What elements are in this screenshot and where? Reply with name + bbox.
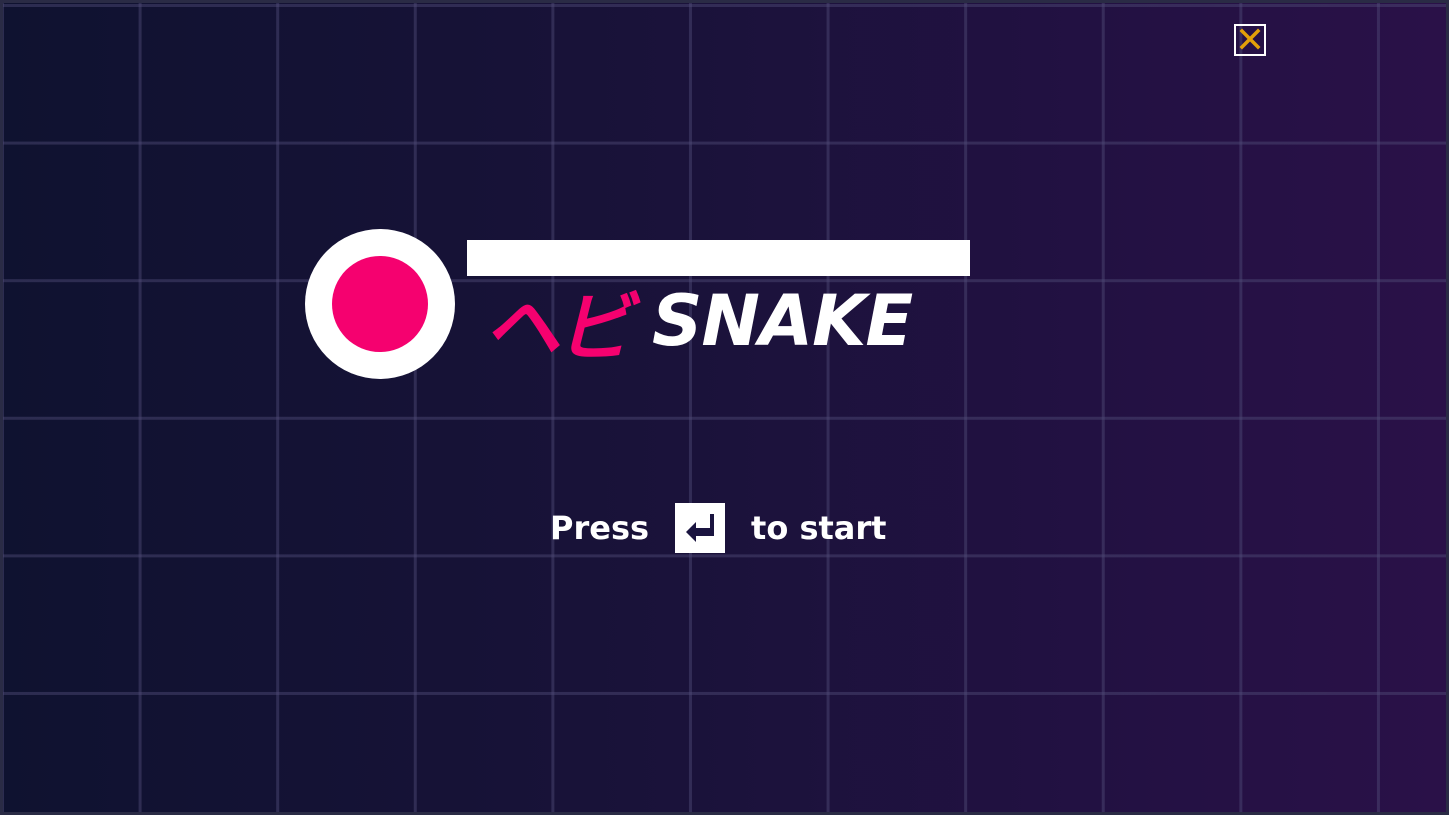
prompt-press-text: Press: [550, 509, 650, 547]
game-title: ヘビ SNAKE: [484, 276, 913, 372]
prompt-start-text: to start: [751, 509, 887, 547]
background-grid: [0, 0, 1449, 815]
start-prompt: Press to start: [550, 500, 886, 556]
title-english: SNAKE: [652, 280, 913, 362]
title-japanese: ヘビ: [484, 283, 632, 372]
enter-key-icon: [675, 503, 726, 553]
close-button[interactable]: [1234, 24, 1266, 56]
logo-dot: [332, 256, 428, 352]
snake-logo-icon: [305, 229, 455, 379]
close-icon: [1239, 28, 1261, 53]
